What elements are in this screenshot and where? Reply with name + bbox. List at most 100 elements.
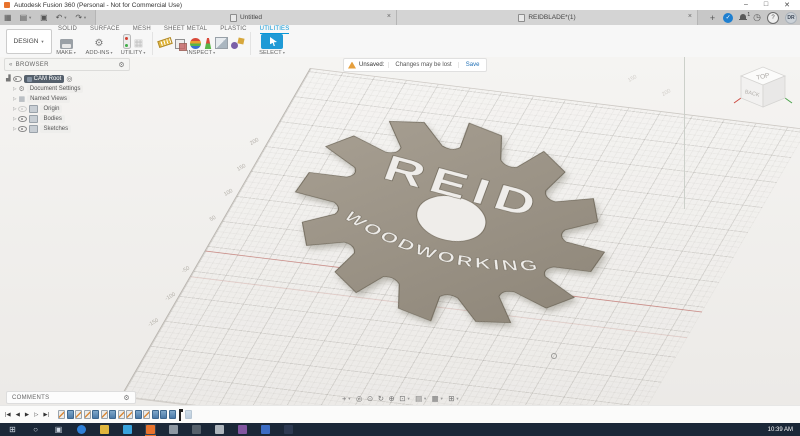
curvature-analysis-icon[interactable] [190,38,201,49]
sketch-feature-icon[interactable] [75,410,83,419]
measure-icon[interactable] [157,37,173,48]
extrude-feature-icon[interactable] [109,410,117,419]
utility-group[interactable]: ▦ UTILITY [114,33,152,56]
taskbar-start-icon[interactable]: ⊞ [7,424,18,436]
minimize-button[interactable]: – [744,1,748,9]
look-at-icon[interactable]: ◎ [356,395,363,403]
taskbar-file-explorer-icon[interactable] [99,424,110,436]
extrude-feature-icon[interactable] [168,410,176,419]
taskbar-fusion-360-icon[interactable] [145,423,156,436]
addins-group[interactable]: ⚙ ADD-INS [84,33,114,57]
make-group[interactable]: MAKE [52,33,80,56]
target-icon[interactable]: ◎ [66,76,72,83]
view-cube[interactable]: TOP BACK [733,60,795,118]
browser-row-sketches[interactable]: ▷ Sketches [4,124,130,134]
play-icon[interactable]: ▶ [25,412,29,418]
browser-gear-icon[interactable]: ⚙ [118,61,125,69]
collapse-icon[interactable]: « [9,62,13,68]
inspect-group[interactable]: INSPECT [154,33,248,56]
pan-icon[interactable]: + ▼ [342,395,351,403]
comments-gear-icon[interactable]: ⚙ [123,394,130,402]
sketch-feature-icon[interactable] [126,410,134,419]
visibility-eye-icon[interactable] [18,115,28,123]
visibility-eye-icon[interactable] [12,75,22,83]
undo-icon[interactable]: ↶ ▼ [56,13,68,22]
sketch-feature-icon[interactable] [117,410,125,419]
suppressed-feature-icon[interactable] [184,410,192,419]
origin-point-marker[interactable] [551,353,557,359]
step-back-icon[interactable]: ◀ [16,412,20,418]
tab-reidblade[interactable]: REIDBLADE*(1) × [396,10,698,25]
app-grid-icon[interactable]: ▦ [4,13,12,22]
free-orbit-icon[interactable]: ↻ [378,395,384,403]
taskbar-task-view-icon[interactable]: ▣ [53,424,64,436]
sync-status-icon[interactable]: ✓ [723,12,734,23]
file-menu-icon[interactable]: ▤ ▼ [20,13,33,22]
sketch-feature-icon[interactable] [83,410,91,419]
skip-to-end-icon[interactable]: ▶| [43,412,49,418]
orbit-icon[interactable]: ⊙ [367,395,373,403]
tab-close-icon[interactable]: × [688,13,692,20]
taskbar-store-icon[interactable] [122,424,133,436]
skip-to-start-icon[interactable]: |◀ [5,412,11,418]
select-cursor-icon[interactable] [261,34,283,49]
expand-caret-icon[interactable]: ▷ [13,126,16,132]
step-forward-icon[interactable]: ▷ [34,412,38,418]
extrude-feature-icon[interactable] [151,410,159,419]
fit-icon[interactable]: ⊡ ▼ [399,395,410,403]
extrude-feature-icon[interactable] [92,410,100,419]
taskbar-edge-icon[interactable] [76,424,87,436]
section-analysis-icon[interactable] [215,37,228,49]
new-tab-button[interactable]: + [710,13,715,23]
zoom-icon[interactable]: ⊕ [389,395,395,403]
expand-caret-icon[interactable]: ▷ [13,96,16,102]
tab-close-icon[interactable]: × [387,13,391,20]
sketch-feature-icon[interactable] [100,410,108,419]
user-avatar[interactable]: DR [785,11,797,24]
model-viewport[interactable]: 200 150 100 50 -50 -100 -150 150 200 REID WOODWO… [0,57,800,405]
taskbar-app-5-icon[interactable] [260,424,271,436]
tab-untitled[interactable]: Untitled × [95,10,397,25]
close-button[interactable]: ✕ [784,1,790,9]
save-button[interactable]: Save [457,62,487,68]
visibility-eye-off-icon[interactable] [18,105,28,113]
timeline-playhead[interactable] [178,408,184,421]
redo-icon[interactable]: ↷ ▼ [75,13,87,22]
browser-header[interactable]: « BROWSER ⚙ [4,58,130,71]
taskbar-app-4-icon[interactable] [237,424,248,436]
notification-bell-icon[interactable]: 1 [739,12,750,22]
browser-row-document-settings[interactable]: ▷ ⚙ Document Settings [4,84,130,94]
component-color-icon[interactable] [231,38,244,49]
taskbar-clock[interactable]: 10:39 AM [768,427,800,433]
interference-icon[interactable] [175,39,187,51]
taskbar-search-icon[interactable]: ○ [30,424,41,436]
comments-bar[interactable]: COMMENTS ⚙ [6,391,136,404]
browser-row-cam-root[interactable]: ▟ CAM Root ◎ [4,74,130,84]
design-workspace-button[interactable]: DESIGN ▼ [6,29,52,54]
grid-snaps-icon[interactable]: ▦ ▼ [432,395,444,403]
extrude-feature-icon[interactable] [134,410,142,419]
maximize-button[interactable]: □ [764,1,768,9]
save-icon[interactable]: ▣ [40,13,48,22]
sketch-feature-icon[interactable] [58,410,66,419]
taskbar-app-2-icon[interactable] [191,424,202,436]
taskbar-app-1-icon[interactable] [168,424,179,436]
sketch-feature-icon[interactable] [143,410,151,419]
viewports-icon[interactable]: ⊞ ▼ [448,395,459,403]
browser-row-bodies[interactable]: ▷ Bodies [4,114,130,124]
expand-caret-icon[interactable]: ▷ [13,86,16,92]
extrude-feature-icon[interactable] [66,410,74,419]
visibility-eye-icon[interactable] [18,125,28,133]
browser-row-named-views[interactable]: ▷ ▦ Named Views [4,94,130,104]
taskbar-app-6-icon[interactable] [283,424,294,436]
draft-analysis-icon[interactable] [204,38,212,49]
taskbar-app-3-icon[interactable] [214,424,225,436]
expand-caret-icon[interactable]: ▷ [13,116,16,122]
job-status-icon[interactable]: ◷ [753,13,761,22]
select-group[interactable]: SELECT [254,33,290,56]
extrude-feature-icon[interactable] [160,410,168,419]
browser-row-origin[interactable]: ▷ Origin [4,104,130,114]
display-settings-icon[interactable]: ▤ ▼ [415,395,427,403]
expand-caret-icon[interactable]: ▷ [13,106,16,112]
help-icon[interactable]: ? [767,11,779,24]
